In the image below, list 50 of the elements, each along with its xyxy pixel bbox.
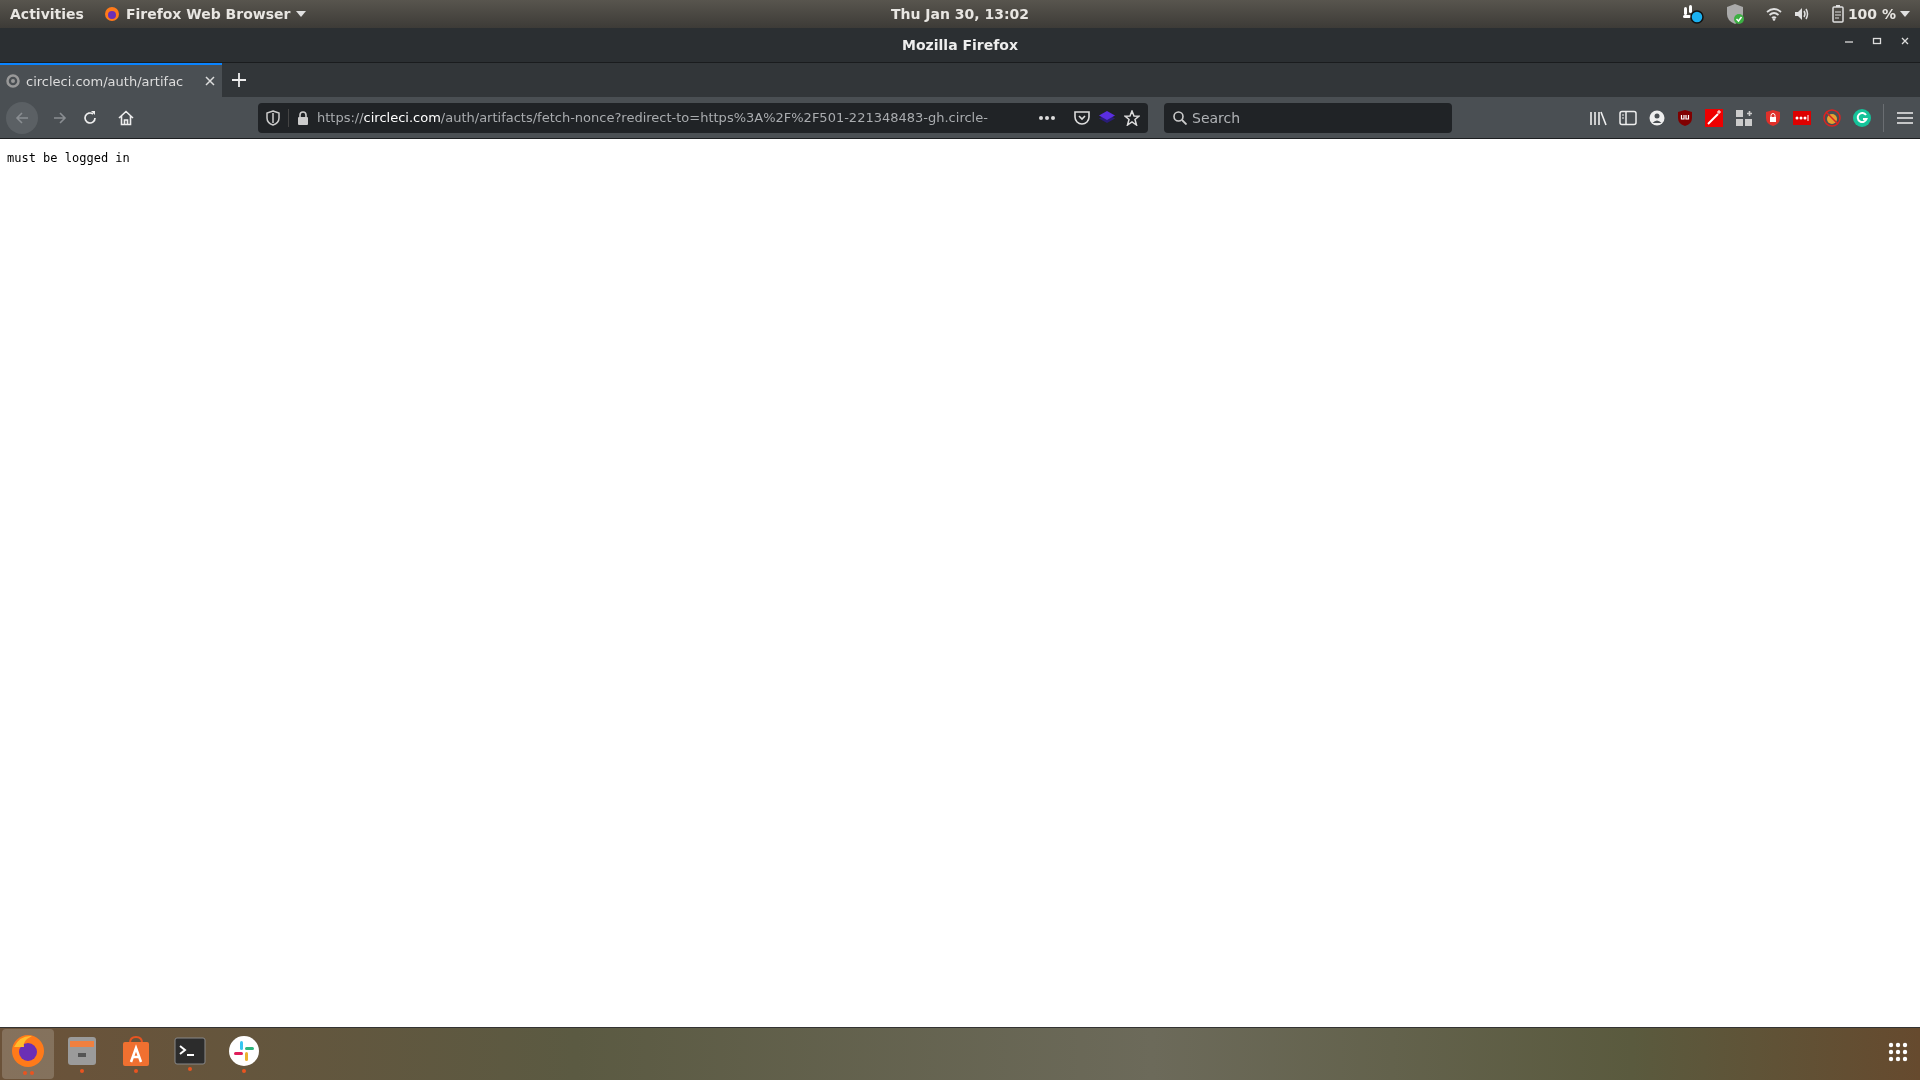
home-icon[interactable] [118, 109, 134, 126]
window-dot [29, 1071, 34, 1075]
app-grid-icon[interactable] [1888, 1042, 1908, 1062]
dots-badge-icon[interactable] [1793, 110, 1811, 125]
forward-arrow-icon [52, 109, 68, 126]
activities-button[interactable]: Activities [10, 6, 84, 22]
library-icon[interactable] [1589, 109, 1607, 126]
clock[interactable]: Thu Jan 30, 13:02 [890, 6, 1030, 22]
back-arrow-icon [14, 109, 30, 126]
file-cabinet-icon[interactable] [66, 1035, 98, 1067]
url-text: https://circleci.com/auth/artifacts/fetch-nonce?redirect-to=https%3A%2F%2F501-221348483-gh.circle- [317, 110, 989, 125]
maximize-icon[interactable] [1872, 36, 1882, 46]
browser-tab[interactable]: circleci.com/auth/artifac [0, 63, 222, 97]
lock-icon[interactable] [297, 110, 309, 125]
shopping-bag-icon[interactable] [120, 1035, 152, 1067]
firefox-icon[interactable] [103, 6, 120, 22]
wifi-icon[interactable] [1765, 7, 1782, 21]
close-icon[interactable] [204, 75, 216, 87]
dock-item[interactable] [2, 1029, 54, 1079]
menu-icon[interactable] [1896, 109, 1914, 126]
star-icon[interactable] [1124, 109, 1140, 126]
page-text: must be logged in [7, 151, 130, 165]
blocked-badge-icon[interactable] [1823, 108, 1841, 127]
firefox-icon[interactable] [10, 1033, 46, 1069]
shield-icon[interactable] [266, 109, 280, 126]
ring-logo-icon [6, 74, 20, 88]
window-title: Mozilla Firefox [902, 37, 1018, 53]
sidebar-icon[interactable] [1619, 109, 1637, 126]
plus-icon[interactable] [232, 73, 246, 87]
search-field[interactable]: Search [1164, 102, 1452, 133]
battery-percent[interactable]: 100 % [1847, 6, 1896, 22]
battery-icon[interactable] [1831, 5, 1844, 23]
speaker-icon[interactable] [1793, 7, 1810, 21]
lock-shield-icon[interactable] [1765, 108, 1781, 127]
address-bar[interactable]: https://circleci.com/auth/artifacts/fetch-nonce?redirect-to=https%3A%2F%2F501-221348483-gh.circle- [258, 102, 1148, 133]
account-icon[interactable] [1649, 109, 1665, 126]
shield-badge-icon[interactable] [1677, 108, 1693, 127]
search-icon [1173, 110, 1187, 125]
more-icon[interactable] [1038, 114, 1056, 121]
reload-icon[interactable] [82, 109, 98, 126]
magic-wand-icon[interactable] [1705, 108, 1723, 127]
shield-check-icon[interactable] [1725, 3, 1744, 25]
app-menu[interactable]: Firefox Web Browser [125, 6, 291, 22]
pocket-icon[interactable] [1074, 109, 1090, 126]
caret-icon[interactable] [296, 11, 307, 17]
close-icon[interactable] [1900, 36, 1910, 46]
terminal-icon[interactable] [174, 1037, 206, 1065]
caret-icon[interactable] [1900, 11, 1910, 17]
g-circle-icon[interactable] [1853, 108, 1871, 127]
add-grid-icon[interactable] [1735, 108, 1753, 127]
